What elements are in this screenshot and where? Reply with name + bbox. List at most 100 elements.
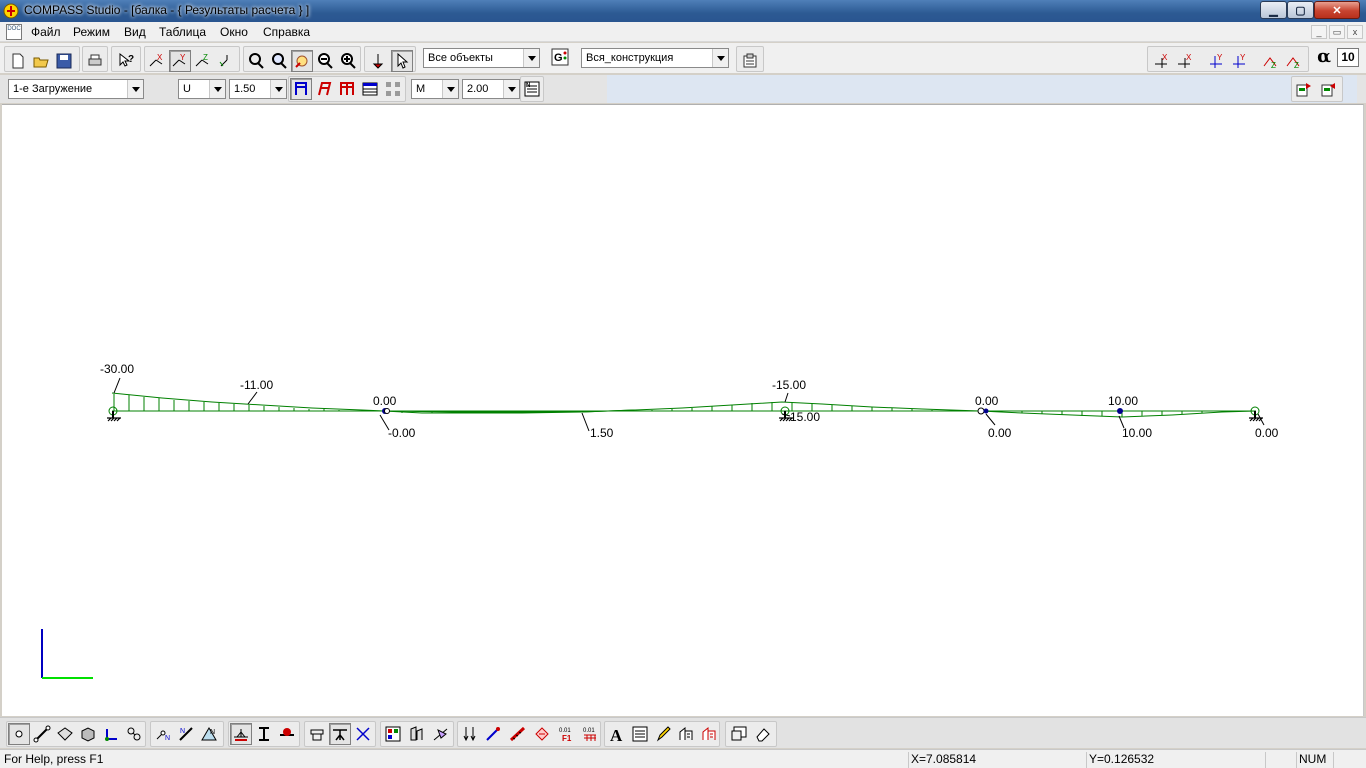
grid-icon[interactable] bbox=[382, 78, 404, 100]
new-file-icon[interactable] bbox=[7, 50, 29, 72]
force-value: M bbox=[416, 83, 426, 95]
moment-diagram-curve bbox=[111, 392, 1257, 418]
menu-help[interactable]: Справка bbox=[263, 25, 310, 39]
plate-icon[interactable] bbox=[54, 723, 76, 745]
chevron-down-icon[interactable] bbox=[127, 80, 143, 98]
solid-icon[interactable] bbox=[77, 723, 99, 745]
objects-filter-select[interactable]: Все объекты bbox=[423, 48, 540, 68]
menu-mode[interactable]: Режим bbox=[73, 25, 110, 39]
text-icon[interactable]: A bbox=[606, 723, 628, 745]
chevron-down-icon[interactable] bbox=[712, 49, 728, 67]
document-icon[interactable]: DOC bbox=[6, 24, 22, 40]
menu-window[interactable]: Окно bbox=[220, 25, 248, 39]
pencil-icon[interactable] bbox=[652, 723, 674, 745]
top-view-icon[interactable] bbox=[329, 723, 351, 745]
table-icon[interactable] bbox=[359, 78, 381, 100]
zoom-out-icon[interactable] bbox=[314, 50, 336, 72]
main-toolbar: ? X Y Z Все объекты G Вся_конструкция X … bbox=[0, 43, 1366, 73]
displacement-select[interactable]: U bbox=[178, 79, 226, 99]
print-icon[interactable] bbox=[84, 50, 106, 72]
force-select[interactable]: M bbox=[411, 79, 459, 99]
pan-icon[interactable] bbox=[291, 50, 313, 72]
load-case-select[interactable]: 1-е Загружение bbox=[8, 79, 144, 99]
mdi-close-button[interactable]: x bbox=[1347, 25, 1363, 39]
maximize-button[interactable]: ▢ bbox=[1287, 1, 1314, 19]
close-button[interactable]: ✕ bbox=[1314, 1, 1360, 19]
support-load-icon[interactable] bbox=[276, 723, 298, 745]
rotate-x-minus-icon[interactable]: X bbox=[1174, 50, 1196, 72]
section-icon[interactable] bbox=[306, 723, 328, 745]
chevron-down-icon[interactable] bbox=[442, 80, 458, 98]
menu-table[interactable]: Таблица bbox=[159, 25, 206, 39]
zoom-window-icon[interactable] bbox=[268, 50, 290, 72]
zoom-icon[interactable] bbox=[245, 50, 267, 72]
force-ruler-icon[interactable] bbox=[507, 723, 529, 745]
eraser-icon[interactable] bbox=[752, 723, 774, 745]
beam-icon[interactable] bbox=[31, 723, 53, 745]
node-icon[interactable] bbox=[8, 723, 30, 745]
group-icon[interactable]: G bbox=[549, 46, 571, 68]
load-f1-icon[interactable]: 0.01 F1 bbox=[555, 723, 577, 745]
chevron-down-icon[interactable] bbox=[270, 80, 286, 98]
rotate-z-plus-icon[interactable]: Z bbox=[1259, 50, 1281, 72]
numbers-icon[interactable]: N bbox=[521, 78, 543, 100]
load-grid-icon[interactable]: 0.01 bbox=[579, 723, 601, 745]
help-cursor-icon[interactable]: ? bbox=[115, 50, 137, 72]
chevron-down-icon[interactable] bbox=[523, 49, 539, 67]
displacement-scale-select[interactable]: 1.50 bbox=[229, 79, 287, 99]
link-icon[interactable] bbox=[123, 723, 145, 745]
support-hinge-icon[interactable] bbox=[253, 723, 275, 745]
open-file-icon[interactable] bbox=[30, 50, 52, 72]
mdi-restore-button[interactable]: ▭ bbox=[1329, 25, 1345, 39]
list-icon[interactable] bbox=[629, 723, 651, 745]
material-load-icon[interactable] bbox=[430, 723, 452, 745]
axes-icon[interactable] bbox=[100, 723, 122, 745]
frame-italic-icon[interactable] bbox=[313, 78, 335, 100]
zoom-in-icon[interactable] bbox=[337, 50, 359, 72]
pin-icon[interactable] bbox=[367, 50, 389, 72]
drawing-canvas[interactable]: -30.00 -11.00 0.00 -15.00 0.00 10.00 -0.… bbox=[2, 104, 1364, 716]
import-icon[interactable] bbox=[1317, 78, 1339, 100]
rotate-x-plus-icon[interactable]: X bbox=[1151, 50, 1173, 72]
pointer-icon[interactable] bbox=[391, 50, 413, 72]
view-window-icon[interactable] bbox=[728, 723, 750, 745]
select-y-icon[interactable]: Y bbox=[169, 50, 191, 72]
chevron-down-icon[interactable] bbox=[209, 80, 225, 98]
force-down-icon[interactable] bbox=[459, 723, 481, 745]
minimize-button[interactable]: ▁ bbox=[1260, 1, 1287, 19]
support-fix-icon[interactable] bbox=[230, 723, 252, 745]
material-type-icon[interactable] bbox=[406, 723, 428, 745]
force-pattern-icon[interactable] bbox=[531, 723, 553, 745]
mdi-minimize-button[interactable]: _ bbox=[1311, 25, 1327, 39]
building-icon[interactable] bbox=[675, 723, 697, 745]
rotate-y-plus-icon[interactable]: Y bbox=[1205, 50, 1227, 72]
frame-red-icon[interactable] bbox=[336, 78, 358, 100]
construction-select[interactable]: Вся_конструкция bbox=[581, 48, 729, 68]
beam-diagram: -30.00 -11.00 0.00 -15.00 0.00 10.00 -0.… bbox=[41, 362, 1279, 679]
annotation-toolbar: A bbox=[604, 721, 720, 747]
leader-lines bbox=[113, 377, 1265, 432]
rotate-z-minus-icon[interactable]: Z bbox=[1282, 50, 1304, 72]
select-all-icon[interactable] bbox=[215, 50, 237, 72]
force-curve-icon[interactable] bbox=[483, 723, 505, 745]
svg-text:X: X bbox=[157, 53, 163, 62]
deflection-label: 10.00 bbox=[1122, 426, 1152, 440]
building-red-icon[interactable] bbox=[698, 723, 720, 745]
save-icon[interactable] bbox=[53, 50, 75, 72]
export-icon[interactable] bbox=[1293, 78, 1315, 100]
node-name-icon[interactable]: N bbox=[198, 723, 220, 745]
frame-icon[interactable] bbox=[290, 78, 312, 100]
select-x-icon[interactable]: X bbox=[146, 50, 168, 72]
alpha-value-field[interactable]: 10 bbox=[1337, 48, 1359, 67]
diagonal-icon[interactable] bbox=[352, 723, 374, 745]
rotate-y-minus-icon[interactable]: Y bbox=[1228, 50, 1250, 72]
menu-file[interactable]: Файл bbox=[31, 25, 61, 39]
menu-view[interactable]: Вид bbox=[124, 25, 146, 39]
chevron-down-icon[interactable] bbox=[503, 80, 519, 98]
select-z-icon[interactable]: Z bbox=[192, 50, 214, 72]
properties-icon[interactable] bbox=[739, 50, 761, 72]
element-number-icon[interactable]: N bbox=[175, 723, 197, 745]
force-scale-select[interactable]: 2.00 bbox=[462, 79, 520, 99]
node-number-icon[interactable]: N bbox=[152, 723, 174, 745]
materials-icon[interactable] bbox=[382, 723, 404, 745]
